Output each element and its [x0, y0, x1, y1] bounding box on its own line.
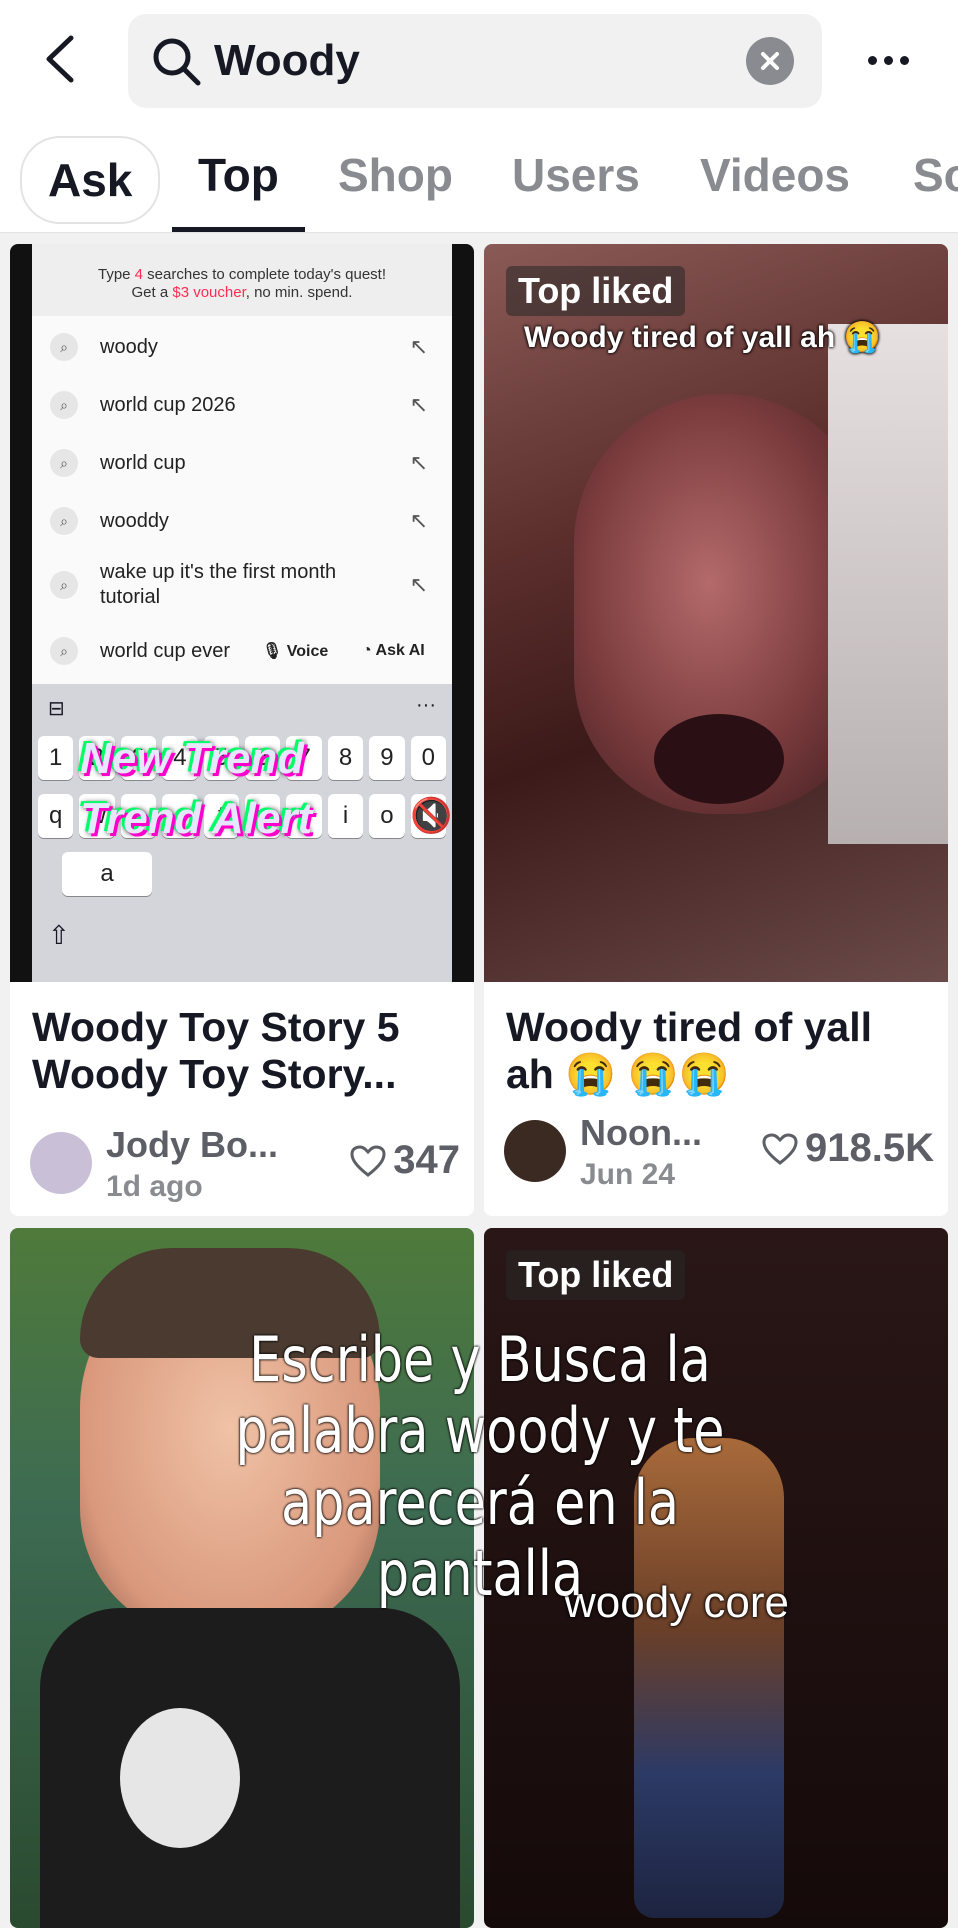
- post-date: Jun 24: [580, 1158, 676, 1191]
- mouth-shape: [654, 714, 784, 804]
- phone-screenshot: Type 4 searches to complete today's ques…: [24, 244, 460, 982]
- back-arrow-icon: [46, 35, 74, 83]
- video-title[interactable]: Woody tired of yall ah 😭 😭😭: [506, 1004, 926, 1098]
- heart-icon: [350, 1144, 386, 1177]
- avatar[interactable]: [30, 1132, 92, 1194]
- arrow-up-left-icon: ↖: [409, 572, 428, 597]
- shirt-shape: [40, 1608, 460, 1928]
- heart-icon: [762, 1132, 798, 1165]
- video-meta: Jody Bo... 1d ago 347: [30, 1120, 460, 1216]
- arrow-up-left-icon: ↖: [409, 392, 428, 417]
- arrow-up-left-icon: ↖: [409, 450, 428, 475]
- author-name[interactable]: Noon...: [580, 1112, 702, 1154]
- video-card[interactable]: Type 4 searches to complete today's ques…: [10, 244, 474, 1216]
- search-icon: [153, 38, 201, 86]
- top-bar: Woody: [0, 0, 958, 118]
- suggestion-item: ⌕ wooddy ↖: [32, 492, 452, 550]
- suggestion-item: ⌕ wake up it's the first month tutorial ↖: [32, 550, 452, 620]
- search-icon: ⌕: [50, 391, 78, 419]
- shift-icon: ⇧: [48, 920, 70, 950]
- voice-button-label: 🎙 Voice: [262, 643, 329, 660]
- author-name[interactable]: Jody Bo...: [106, 1124, 278, 1166]
- search-icon: ⌕: [50, 507, 78, 535]
- like-count[interactable]: 918.5K: [761, 1126, 934, 1171]
- mute-icon[interactable]: 🔇: [410, 796, 452, 836]
- avatar[interactable]: [504, 1120, 566, 1182]
- video-thumbnail[interactable]: Type 4 searches to complete today's ques…: [10, 244, 474, 982]
- video-title[interactable]: Woody Toy Story 5 Woody Toy Story...: [32, 1004, 452, 1098]
- tab-label: Top: [198, 149, 279, 201]
- overlay-caption: Escribe y Busca la palabra woody y te ap…: [235, 1323, 725, 1610]
- suggestion-item: ⌕ world cup ever 🎙 Voice ◔ Ask AI: [32, 622, 452, 680]
- post-date: 1d ago: [106, 1170, 203, 1203]
- ask-ai-label: ◔ Ask AI: [362, 642, 425, 659]
- like-count[interactable]: 347: [349, 1138, 460, 1183]
- tab-top[interactable]: Top: [172, 118, 305, 232]
- video-meta: Noon... Jun 24 918.5K: [504, 1108, 934, 1208]
- active-tab-indicator: [172, 227, 305, 232]
- more-options-icon[interactable]: [858, 36, 918, 84]
- clear-search-button[interactable]: [746, 37, 794, 85]
- search-tabs: Ask Top Shop Users Videos So: [0, 118, 958, 233]
- arrow-up-left-icon: ↖: [409, 334, 428, 359]
- arrow-up-left-icon: ↖: [409, 508, 428, 533]
- search-icon: ⌕: [50, 571, 78, 599]
- tab-users[interactable]: Users: [512, 118, 640, 232]
- more-icon: ···: [416, 694, 436, 716]
- suggestion-item: ⌕ world cup 2026 ↖: [32, 376, 452, 434]
- skull-shape: [120, 1708, 240, 1848]
- back-button[interactable]: [38, 30, 82, 88]
- search-icon: ⌕: [50, 333, 78, 361]
- search-icon: ⌕: [50, 637, 78, 665]
- search-bar[interactable]: Woody: [128, 14, 822, 108]
- quest-banner: Type 4 searches to complete today's ques…: [32, 244, 452, 316]
- glitch-text: New Trend: [80, 734, 305, 783]
- video-card[interactable]: Top liked Woody tired of yall ah 😭 Woody…: [484, 244, 948, 1216]
- search-query[interactable]: Woody: [214, 36, 746, 86]
- pillow-shape: [828, 324, 948, 844]
- tab-ask[interactable]: Ask: [20, 136, 161, 224]
- tab-videos[interactable]: Videos: [700, 118, 850, 232]
- video-thumbnail[interactable]: Top liked Woody tired of yall ah 😭: [484, 244, 948, 982]
- tab-shop[interactable]: Shop: [338, 118, 453, 232]
- top-liked-badge: Top liked: [506, 1250, 686, 1300]
- search-icon: ⌕: [50, 449, 78, 477]
- close-icon: [761, 52, 779, 70]
- top-liked-badge: Top liked: [506, 266, 686, 316]
- suggestion-item: ⌕ woody ↖: [32, 318, 452, 376]
- video-caption: Woody tired of yall ah 😭: [524, 321, 881, 354]
- collapse-icon: ⊟: [48, 698, 65, 720]
- glitch-text: Trend Alert: [80, 794, 313, 843]
- tab-sounds[interactable]: So: [913, 118, 958, 232]
- key-row-a: a: [62, 852, 152, 896]
- suggestion-item: ⌕ world cup ↖: [32, 434, 452, 492]
